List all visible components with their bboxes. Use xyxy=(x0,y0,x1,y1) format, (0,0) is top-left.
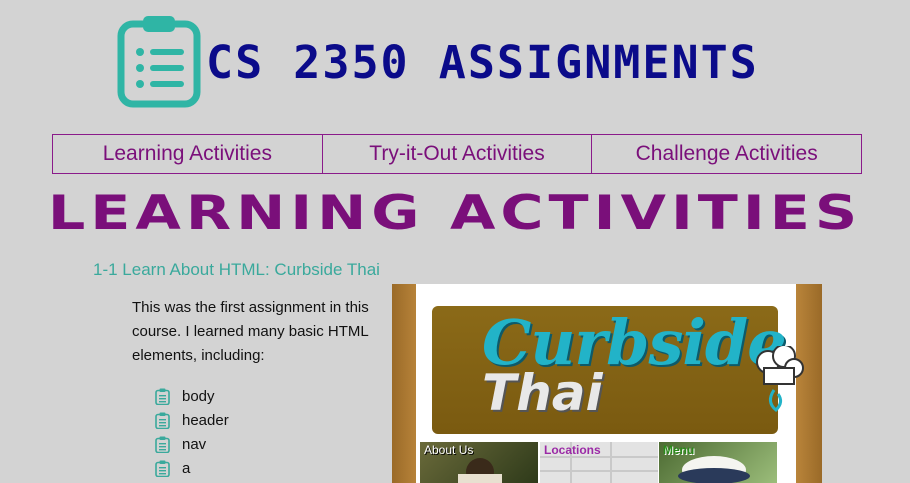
menu-label: Menu xyxy=(663,443,695,457)
site-header: CS 2350 ASSIGNMENTS xyxy=(0,0,910,120)
clipboard-list-icon xyxy=(117,16,201,108)
site-title: CS 2350 ASSIGNMENTS xyxy=(206,36,759,89)
list-item: nav xyxy=(155,432,229,456)
clipboard-icon xyxy=(155,412,170,429)
list-item: a xyxy=(155,456,229,480)
list-item-label: nav xyxy=(182,435,207,453)
activity-description: This was the first assignment in this co… xyxy=(132,299,369,364)
chef-hat-icon xyxy=(756,346,804,413)
about-us-tile: About Us xyxy=(420,442,538,483)
nav-try-it-out-activities[interactable]: Try-it-Out Activities xyxy=(321,134,593,174)
about-us-label: About Us xyxy=(424,443,474,457)
clipboard-icon xyxy=(155,388,170,405)
element-list: body header nav a xyxy=(155,384,229,480)
nav-challenge-activities[interactable]: Challenge Activities xyxy=(591,134,863,174)
list-item-label: body xyxy=(182,387,215,405)
list-item-label: a xyxy=(182,459,191,477)
curbside-thai-screenshot: Curbside Thai Authentic Gourmet Thai Foo… xyxy=(392,284,822,483)
activity-title: 1-1 Learn About HTML: Curbside Thai xyxy=(93,260,380,279)
locations-tile: Locations xyxy=(540,442,658,483)
list-item-label: header xyxy=(182,411,229,429)
clipboard-icon xyxy=(155,436,170,453)
nav-learning-activities[interactable]: Learning Activities xyxy=(52,134,323,174)
menu-tile: Menu xyxy=(659,442,777,483)
locations-label: Locations xyxy=(544,443,601,457)
list-item: body xyxy=(155,384,229,408)
map-road xyxy=(610,442,612,483)
main-nav: Learning Activities Try-it-Out Activitie… xyxy=(52,134,863,174)
section-heading: LEARNING ACTIVITIES xyxy=(47,186,863,241)
list-item: header xyxy=(155,408,229,432)
thai-logo-text: Thai xyxy=(482,364,603,422)
curbside-thai-banner: Curbside Thai Authentic Gourmet Thai Foo… xyxy=(432,306,804,465)
map-road xyxy=(540,470,658,472)
clipboard-icon xyxy=(155,460,170,477)
